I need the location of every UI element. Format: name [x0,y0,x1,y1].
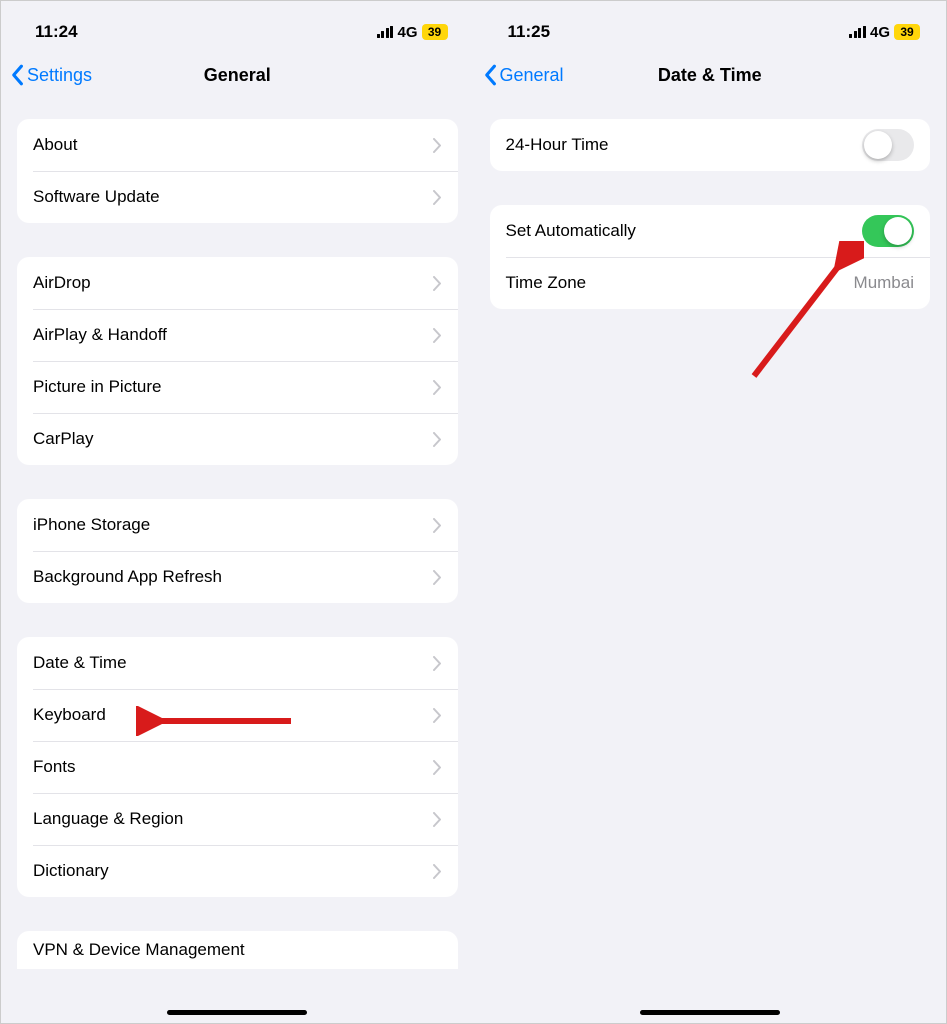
settings-group: Date & Time Keyboard Fonts Language & Re… [17,637,458,897]
status-time: 11:24 [35,22,78,42]
row-airplay-handoff[interactable]: AirPlay & Handoff [17,309,458,361]
chevron-left-icon [9,64,25,86]
status-time: 11:25 [508,22,551,42]
status-bar: 11:25 4G 39 [474,1,947,49]
row-keyboard[interactable]: Keyboard [17,689,458,741]
status-bar: 11:24 4G 39 [1,1,474,49]
status-right: 4G 39 [849,24,920,41]
row-label: Keyboard [33,705,106,725]
chevron-right-icon [433,760,442,775]
row-label: AirDrop [33,273,91,293]
row-label: CarPlay [33,429,93,449]
home-indicator[interactable] [167,1010,307,1015]
back-button[interactable]: General [482,64,564,86]
row-label: iPhone Storage [33,515,150,535]
row-label: 24-Hour Time [506,135,609,155]
settings-group: iPhone Storage Background App Refresh [17,499,458,603]
network-label: 4G [397,24,417,41]
settings-group: 24-Hour Time [490,119,931,171]
signal-icon [377,26,394,38]
row-about[interactable]: About [17,119,458,171]
page-title: General [204,65,271,86]
back-label: Settings [27,65,92,86]
chevron-right-icon [433,138,442,153]
row-language-region[interactable]: Language & Region [17,793,458,845]
chevron-right-icon [433,656,442,671]
row-label: Set Automatically [506,221,636,241]
row-24-hour-time: 24-Hour Time [490,119,931,171]
row-background-app-refresh[interactable]: Background App Refresh [17,551,458,603]
settings-group: About Software Update [17,119,458,223]
row-label: Date & Time [33,653,127,673]
row-picture-in-picture[interactable]: Picture in Picture [17,361,458,413]
chevron-right-icon [433,518,442,533]
signal-icon [849,26,866,38]
phone-left-general: 11:24 4G 39 Settings General About Softw… [1,1,474,1023]
row-label: Software Update [33,187,160,207]
content: About Software Update AirDrop AirPlay & … [1,101,474,1023]
row-label: About [33,135,77,155]
row-label: Time Zone [506,273,587,293]
chevron-right-icon [433,380,442,395]
row-fonts[interactable]: Fonts [17,741,458,793]
row-time-zone[interactable]: Time Zone Mumbai [490,257,931,309]
row-label: Picture in Picture [33,377,162,397]
chevron-right-icon [433,812,442,827]
back-button[interactable]: Settings [9,64,92,86]
chevron-right-icon [433,328,442,343]
row-value: Mumbai [854,273,914,293]
home-indicator[interactable] [640,1010,780,1015]
row-label: Language & Region [33,809,183,829]
chevron-right-icon [433,864,442,879]
row-carplay[interactable]: CarPlay [17,413,458,465]
row-vpn-device-management[interactable]: VPN & Device Management [17,931,458,969]
row-airdrop[interactable]: AirDrop [17,257,458,309]
chevron-right-icon [433,190,442,205]
toggle-24-hour-time[interactable] [862,129,914,161]
battery-badge: 39 [894,24,920,40]
settings-group: Set Automatically Time Zone Mumbai [490,205,931,309]
settings-group-partial: VPN & Device Management [17,931,458,969]
row-label: AirPlay & Handoff [33,325,167,345]
row-set-automatically: Set Automatically [490,205,931,257]
content: 24-Hour Time Set Automatically Time Zone… [474,101,947,1023]
row-label: Fonts [33,757,76,777]
chevron-left-icon [482,64,498,86]
nav-bar: Settings General [1,49,474,101]
row-label: Background App Refresh [33,567,222,587]
battery-badge: 39 [422,24,448,40]
row-iphone-storage[interactable]: iPhone Storage [17,499,458,551]
phone-right-date-time: 11:25 4G 39 General Date & Time 24-Hour … [474,1,947,1023]
chevron-right-icon [433,276,442,291]
network-label: 4G [870,24,890,41]
row-dictionary[interactable]: Dictionary [17,845,458,897]
back-label: General [500,65,564,86]
page-title: Date & Time [658,65,762,86]
row-software-update[interactable]: Software Update [17,171,458,223]
row-date-time[interactable]: Date & Time [17,637,458,689]
status-right: 4G 39 [377,24,448,41]
toggle-set-automatically[interactable] [862,215,914,247]
nav-bar: General Date & Time [474,49,947,101]
row-label: VPN & Device Management [33,940,245,960]
chevron-right-icon [433,708,442,723]
row-label: Dictionary [33,861,109,881]
chevron-right-icon [433,432,442,447]
settings-group: AirDrop AirPlay & Handoff Picture in Pic… [17,257,458,465]
chevron-right-icon [433,570,442,585]
